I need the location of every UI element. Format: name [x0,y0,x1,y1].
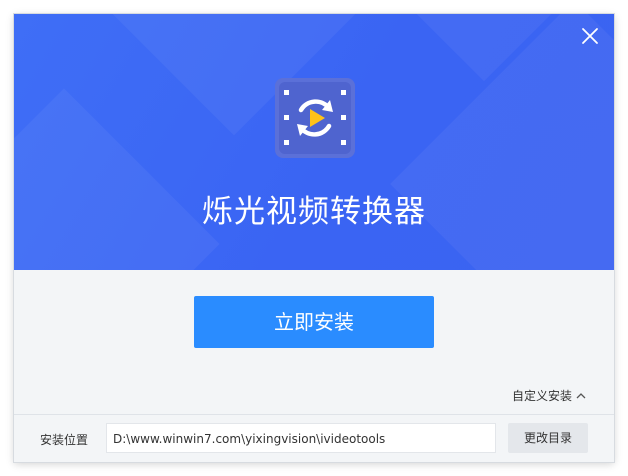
decorative-shape [14,88,220,270]
header-banner: 烁光视频转换器 [14,14,614,270]
custom-install-label: 自定义安装 [511,389,572,403]
install-now-button[interactable]: 立即安装 [194,296,434,348]
app-title: 烁光视频转换器 [202,194,426,230]
change-directory-button[interactable]: 更改目录 [508,423,588,453]
video-converter-logo-icon [275,78,355,158]
close-icon[interactable] [580,26,600,46]
divider [14,414,614,415]
installer-window: 烁光视频转换器 立即安装 自定义安装 安装位置 D:\www.winwin7.c… [14,14,614,462]
chevron-up-icon [576,392,586,398]
custom-install-toggle[interactable]: 自定义安装 [512,387,586,404]
install-location-label: 安装位置 [40,433,89,447]
install-path-field[interactable]: D:\www.winwin7.com\yixingvision\ivideoto… [106,423,496,453]
